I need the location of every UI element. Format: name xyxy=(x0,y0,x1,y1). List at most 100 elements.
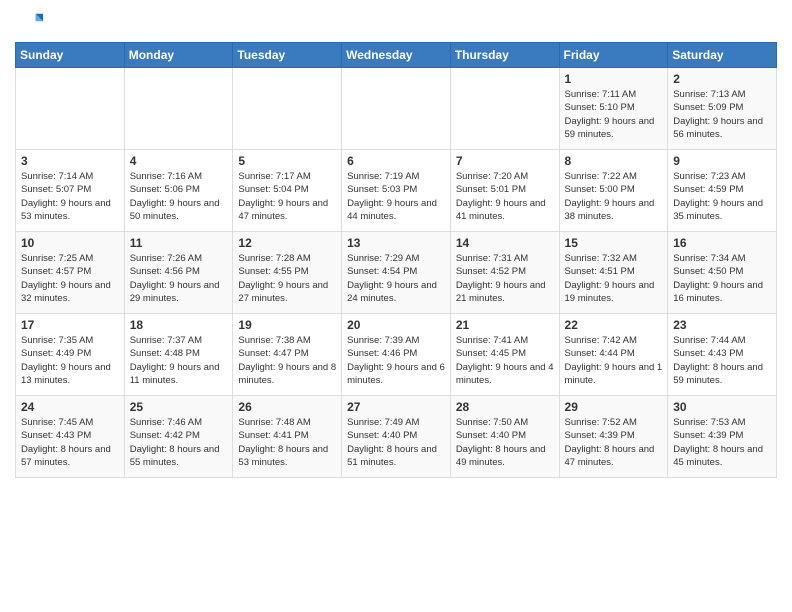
header-saturday: Saturday xyxy=(668,43,777,68)
day-number: 9 xyxy=(673,154,771,168)
day-number: 28 xyxy=(456,400,554,414)
day-info: Sunrise: 7:17 AM Sunset: 5:04 PM Dayligh… xyxy=(238,170,336,223)
calendar-row-1: 3 Sunrise: 7:14 AM Sunset: 5:07 PM Daylig… xyxy=(16,150,777,232)
header-friday: Friday xyxy=(559,43,668,68)
day-info: Sunrise: 7:31 AM Sunset: 4:52 PM Dayligh… xyxy=(456,252,554,305)
day-number: 12 xyxy=(238,236,336,250)
header-thursday: Thursday xyxy=(450,43,559,68)
calendar-cell: 15 Sunrise: 7:32 AM Sunset: 4:51 PM Dayli… xyxy=(559,232,668,314)
day-info: Sunrise: 7:42 AM Sunset: 4:44 PM Dayligh… xyxy=(565,334,663,387)
calendar-row-4: 24 Sunrise: 7:45 AM Sunset: 4:43 PM Dayli… xyxy=(16,396,777,478)
day-number: 11 xyxy=(130,236,228,250)
day-number: 1 xyxy=(565,72,663,86)
calendar-cell: 4 Sunrise: 7:16 AM Sunset: 5:06 PM Daylig… xyxy=(124,150,233,232)
day-info: Sunrise: 7:49 AM Sunset: 4:40 PM Dayligh… xyxy=(347,416,445,469)
day-number: 21 xyxy=(456,318,554,332)
day-info: Sunrise: 7:39 AM Sunset: 4:46 PM Dayligh… xyxy=(347,334,445,387)
day-number: 26 xyxy=(238,400,336,414)
day-number: 8 xyxy=(565,154,663,168)
day-info: Sunrise: 7:28 AM Sunset: 4:55 PM Dayligh… xyxy=(238,252,336,305)
day-number: 25 xyxy=(130,400,228,414)
day-number: 19 xyxy=(238,318,336,332)
calendar-cell: 3 Sunrise: 7:14 AM Sunset: 5:07 PM Daylig… xyxy=(16,150,125,232)
day-number: 10 xyxy=(21,236,119,250)
day-number: 15 xyxy=(565,236,663,250)
day-number: 13 xyxy=(347,236,445,250)
day-info: Sunrise: 7:41 AM Sunset: 4:45 PM Dayligh… xyxy=(456,334,554,387)
day-number: 23 xyxy=(673,318,771,332)
day-info: Sunrise: 7:32 AM Sunset: 4:51 PM Dayligh… xyxy=(565,252,663,305)
calendar-cell xyxy=(450,68,559,150)
calendar-cell: 25Sunrise: 7:46 AM Sunset: 4:42 PM Dayli… xyxy=(124,396,233,478)
calendar-cell: 2Sunrise: 7:13 AM Sunset: 5:09 PM Daylig… xyxy=(668,68,777,150)
day-number: 17 xyxy=(21,318,119,332)
day-info: Sunrise: 7:37 AM Sunset: 4:48 PM Dayligh… xyxy=(130,334,228,387)
day-info: Sunrise: 7:26 AM Sunset: 4:56 PM Dayligh… xyxy=(130,252,228,305)
day-info: Sunrise: 7:50 AM Sunset: 4:40 PM Dayligh… xyxy=(456,416,554,469)
day-info: Sunrise: 7:29 AM Sunset: 4:54 PM Dayligh… xyxy=(347,252,445,305)
calendar-cell xyxy=(16,68,125,150)
calendar-cell: 21 Sunrise: 7:41 AM Sunset: 4:45 PM Dayli… xyxy=(450,314,559,396)
day-number: 22 xyxy=(565,318,663,332)
calendar-cell: 28 Sunrise: 7:50 AM Sunset: 4:40 PM Dayli… xyxy=(450,396,559,478)
calendar-cell: 26Sunrise: 7:48 AM Sunset: 4:41 PM Dayli… xyxy=(233,396,342,478)
day-info: Sunrise: 7:20 AM Sunset: 5:01 PM Dayligh… xyxy=(456,170,554,223)
calendar-row-3: 17 Sunrise: 7:35 AM Sunset: 4:49 PM Dayli… xyxy=(16,314,777,396)
calendar-cell xyxy=(124,68,233,150)
calendar-cell: 22 Sunrise: 7:42 AM Sunset: 4:44 PM Dayli… xyxy=(559,314,668,396)
day-number: 20 xyxy=(347,318,445,332)
day-info: Sunrise: 7:25 AM Sunset: 4:57 PM Dayligh… xyxy=(21,252,119,305)
calendar-cell: 10 Sunrise: 7:25 AM Sunset: 4:57 PM Dayli… xyxy=(16,232,125,314)
calendar-row-2: 10 Sunrise: 7:25 AM Sunset: 4:57 PM Dayli… xyxy=(16,232,777,314)
day-info: Sunrise: 7:44 AM Sunset: 4:43 PM Dayligh… xyxy=(673,334,771,387)
calendar-cell: 18 Sunrise: 7:37 AM Sunset: 4:48 PM Dayli… xyxy=(124,314,233,396)
logo-icon xyxy=(15,10,43,38)
day-info: Sunrise: 7:23 AM Sunset: 4:59 PM Dayligh… xyxy=(673,170,771,223)
calendar-cell: 20 Sunrise: 7:39 AM Sunset: 4:46 PM Dayli… xyxy=(342,314,451,396)
calendar-header-row: SundayMondayTuesdayWednesdayThursdayFrid… xyxy=(16,43,777,68)
calendar-cell: 29Sunrise: 7:52 AM Sunset: 4:39 PM Dayli… xyxy=(559,396,668,478)
day-info: Sunrise: 7:34 AM Sunset: 4:50 PM Dayligh… xyxy=(673,252,771,305)
calendar-row-0: 1 Sunrise: 7:11 AM Sunset: 5:10 PM Daylig… xyxy=(16,68,777,150)
calendar-cell: 19 Sunrise: 7:38 AM Sunset: 4:47 PM Dayli… xyxy=(233,314,342,396)
day-number: 7 xyxy=(456,154,554,168)
calendar-cell xyxy=(342,68,451,150)
calendar-cell: 8 Sunrise: 7:22 AM Sunset: 5:00 PM Daylig… xyxy=(559,150,668,232)
calendar-cell: 14 Sunrise: 7:31 AM Sunset: 4:52 PM Dayli… xyxy=(450,232,559,314)
day-number: 24 xyxy=(21,400,119,414)
day-info: Sunrise: 7:13 AM Sunset: 5:09 PM Dayligh… xyxy=(673,88,771,141)
calendar-table: SundayMondayTuesdayWednesdayThursdayFrid… xyxy=(15,42,777,478)
calendar-cell: 13 Sunrise: 7:29 AM Sunset: 4:54 PM Dayli… xyxy=(342,232,451,314)
day-number: 29 xyxy=(565,400,663,414)
day-number: 27 xyxy=(347,400,445,414)
calendar-cell: 16 Sunrise: 7:34 AM Sunset: 4:50 PM Dayli… xyxy=(668,232,777,314)
header-monday: Monday xyxy=(124,43,233,68)
calendar-cell: 23 Sunrise: 7:44 AM Sunset: 4:43 PM Dayli… xyxy=(668,314,777,396)
day-info: Sunrise: 7:53 AM Sunset: 4:39 PM Dayligh… xyxy=(673,416,771,469)
day-info: Sunrise: 7:38 AM Sunset: 4:47 PM Dayligh… xyxy=(238,334,336,387)
calendar-cell: 17 Sunrise: 7:35 AM Sunset: 4:49 PM Dayli… xyxy=(16,314,125,396)
day-info: Sunrise: 7:11 AM Sunset: 5:10 PM Dayligh… xyxy=(565,88,663,141)
header-wednesday: Wednesday xyxy=(342,43,451,68)
day-info: Sunrise: 7:35 AM Sunset: 4:49 PM Dayligh… xyxy=(21,334,119,387)
header-sunday: Sunday xyxy=(16,43,125,68)
day-info: Sunrise: 7:16 AM Sunset: 5:06 PM Dayligh… xyxy=(130,170,228,223)
calendar-cell: 27 Sunrise: 7:49 AM Sunset: 4:40 PM Dayli… xyxy=(342,396,451,478)
day-info: Sunrise: 7:22 AM Sunset: 5:00 PM Dayligh… xyxy=(565,170,663,223)
calendar-cell: 6Sunrise: 7:19 AM Sunset: 5:03 PM Daylig… xyxy=(342,150,451,232)
calendar-cell xyxy=(233,68,342,150)
calendar-cell: 11 Sunrise: 7:26 AM Sunset: 4:56 PM Dayli… xyxy=(124,232,233,314)
calendar-cell: 5 Sunrise: 7:17 AM Sunset: 5:04 PM Daylig… xyxy=(233,150,342,232)
calendar-cell: 12 Sunrise: 7:28 AM Sunset: 4:55 PM Dayli… xyxy=(233,232,342,314)
calendar-cell: 1 Sunrise: 7:11 AM Sunset: 5:10 PM Daylig… xyxy=(559,68,668,150)
day-number: 5 xyxy=(238,154,336,168)
day-info: Sunrise: 7:45 AM Sunset: 4:43 PM Dayligh… xyxy=(21,416,119,469)
day-info: Sunrise: 7:14 AM Sunset: 5:07 PM Dayligh… xyxy=(21,170,119,223)
day-number: 4 xyxy=(130,154,228,168)
calendar-cell: 7 Sunrise: 7:20 AM Sunset: 5:01 PM Daylig… xyxy=(450,150,559,232)
day-number: 16 xyxy=(673,236,771,250)
day-number: 3 xyxy=(21,154,119,168)
calendar-cell: 9 Sunrise: 7:23 AM Sunset: 4:59 PM Daylig… xyxy=(668,150,777,232)
day-number: 18 xyxy=(130,318,228,332)
day-number: 14 xyxy=(456,236,554,250)
